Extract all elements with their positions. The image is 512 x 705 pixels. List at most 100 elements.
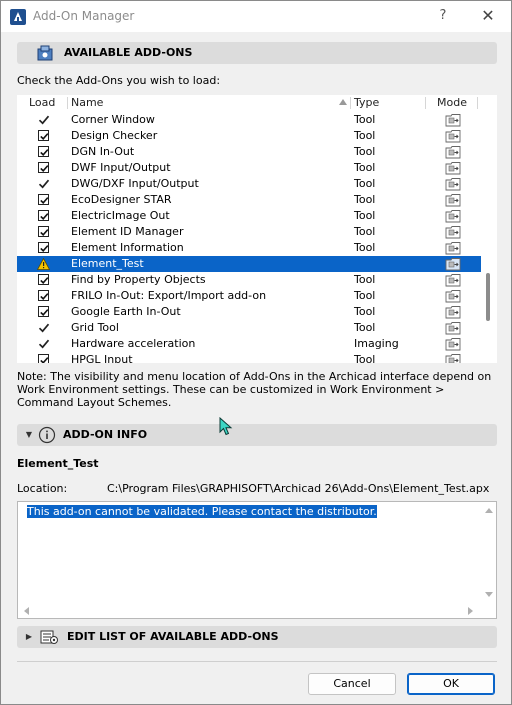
mode-icon[interactable] <box>445 145 461 159</box>
load-checkbox[interactable] <box>38 354 49 363</box>
add-on-type: Tool <box>354 113 376 126</box>
table-row[interactable]: ElectricImage Out Tool <box>17 208 481 224</box>
mode-icon[interactable] <box>445 273 461 287</box>
load-checkbox[interactable] <box>38 242 49 253</box>
checkmark-icon <box>40 293 49 300</box>
add-on-type: Tool <box>354 241 376 254</box>
add-on-name: Hardware acceleration <box>71 337 196 350</box>
table-row[interactable]: Element_Test <box>17 256 481 272</box>
load-checkbox[interactable] <box>38 226 49 237</box>
help-button[interactable]: ? <box>431 5 455 27</box>
table-row[interactable]: EcoDesigner STAR Tool <box>17 192 481 208</box>
load-checkbox[interactable] <box>38 290 49 301</box>
table-row[interactable]: Corner Window Tool <box>17 112 481 128</box>
mouse-cursor-icon <box>219 417 233 436</box>
load-checkbox[interactable] <box>38 210 49 221</box>
table-row[interactable]: DWF Input/Output Tool <box>17 160 481 176</box>
checkmark-icon <box>40 277 49 284</box>
add-on-type: Tool <box>354 273 376 286</box>
load-checkbox[interactable] <box>38 162 49 173</box>
footer-divider <box>17 661 497 662</box>
mode-icon[interactable] <box>445 161 461 175</box>
close-button[interactable]: ✕ <box>475 5 501 27</box>
mode-icon[interactable] <box>445 257 461 271</box>
table-vertical-scrollbar[interactable] <box>483 95 497 363</box>
add-on-name: Grid Tool <box>71 321 119 334</box>
selected-add-on-name: Element_Test <box>17 457 99 470</box>
table-row[interactable]: Element ID Manager Tool <box>17 224 481 240</box>
table-row[interactable]: Design Checker Tool <box>17 128 481 144</box>
mode-icon[interactable] <box>445 193 461 207</box>
scroll-up-arrow-icon[interactable] <box>485 508 493 513</box>
table-row[interactable]: DGN In-Out Tool <box>17 144 481 160</box>
mode-icon[interactable] <box>445 321 461 335</box>
column-header-name[interactable]: Name <box>71 95 103 111</box>
warning-icon[interactable] <box>37 258 50 270</box>
location-label: Location: <box>17 482 68 495</box>
checkmark-icon <box>40 213 49 220</box>
add-on-type: Tool <box>354 353 376 363</box>
add-on-type: Tool <box>354 225 376 238</box>
table-row[interactable]: HPGL Input Tool <box>17 352 481 363</box>
mode-icon[interactable] <box>445 305 461 319</box>
load-checkbox[interactable] <box>38 146 49 157</box>
table-row[interactable]: Element Information Tool <box>17 240 481 256</box>
table-row[interactable]: FRILO In-Out: Export/Import add-on Tool <box>17 288 481 304</box>
checkmark-icon <box>40 165 49 172</box>
add-on-message-box[interactable]: This add-on cannot be validated. Please … <box>17 501 497 619</box>
add-on-info-header[interactable]: ▼ ADD-ON INFO <box>17 424 497 446</box>
mode-icon[interactable] <box>445 289 461 303</box>
mode-icon[interactable] <box>445 241 461 255</box>
load-checkbox[interactable] <box>38 274 49 285</box>
add-ons-table[interactable]: Load Name Type Mode Corner Window Tool Des… <box>17 95 497 363</box>
column-header-load[interactable]: Load <box>29 95 55 111</box>
table-row[interactable]: Grid Tool Tool <box>17 320 481 336</box>
load-checkbox[interactable] <box>38 306 49 317</box>
add-on-type: Tool <box>354 177 376 190</box>
window-title: Add-On Manager <box>33 9 135 23</box>
scroll-down-arrow-icon[interactable] <box>485 592 493 597</box>
add-ons-package-icon <box>37 45 53 61</box>
load-checkbox[interactable] <box>38 130 49 141</box>
cancel-button[interactable]: Cancel <box>308 673 396 695</box>
message-vertical-scrollbar[interactable] <box>484 506 494 602</box>
column-header-mode[interactable]: Mode <box>437 95 467 111</box>
scroll-left-arrow-icon[interactable] <box>24 607 29 615</box>
mode-icon[interactable] <box>445 337 461 351</box>
validation-message[interactable]: This add-on cannot be validated. Please … <box>27 505 377 518</box>
mode-icon[interactable] <box>445 225 461 239</box>
add-on-manager-window: Add-On Manager ? ✕ AVAILABLE ADD-ONS Che… <box>0 0 512 705</box>
add-on-name: DWG/DXF Input/Output <box>71 177 199 190</box>
column-header-type[interactable]: Type <box>354 95 379 111</box>
expand-triangle-icon[interactable]: ▶ <box>23 626 35 648</box>
visibility-note: Note: The visibility and menu location o… <box>17 370 492 409</box>
scroll-right-arrow-icon[interactable] <box>468 607 473 615</box>
mode-icon[interactable] <box>445 129 461 143</box>
collapse-triangle-icon[interactable]: ▼ <box>23 424 35 446</box>
loaded-tick-icon[interactable] <box>37 337 51 351</box>
title-bar[interactable]: Add-On Manager ? ✕ <box>1 1 511 32</box>
mode-icon[interactable] <box>445 113 461 127</box>
table-scrollbar-thumb[interactable] <box>486 273 490 321</box>
table-row[interactable]: DWG/DXF Input/Output Tool <box>17 176 481 192</box>
add-on-type: Tool <box>354 193 376 206</box>
ok-button[interactable]: OK <box>407 673 495 695</box>
loaded-tick-icon[interactable] <box>37 177 51 191</box>
edit-list-header[interactable]: ▶ EDIT LIST OF AVAILABLE ADD-ONS <box>17 626 497 648</box>
mode-icon[interactable] <box>445 209 461 223</box>
table-row[interactable]: Find by Property Objects Tool <box>17 272 481 288</box>
table-row[interactable]: Hardware acceleration Imaging <box>17 336 481 352</box>
mode-icon[interactable] <box>445 177 461 191</box>
message-horizontal-scrollbar[interactable] <box>22 606 480 616</box>
mode-icon[interactable] <box>445 353 461 363</box>
load-checkbox[interactable] <box>38 194 49 205</box>
add-on-name: DGN In-Out <box>71 145 135 158</box>
loaded-tick-icon[interactable] <box>37 113 51 127</box>
archicad-app-icon <box>10 9 26 25</box>
add-on-name: Corner Window <box>71 113 155 126</box>
checkmark-icon <box>40 309 49 316</box>
add-on-name: DWF Input/Output <box>71 161 171 174</box>
add-on-name: ElectricImage Out <box>71 209 170 222</box>
loaded-tick-icon[interactable] <box>37 321 51 335</box>
table-row[interactable]: Google Earth In-Out Tool <box>17 304 481 320</box>
